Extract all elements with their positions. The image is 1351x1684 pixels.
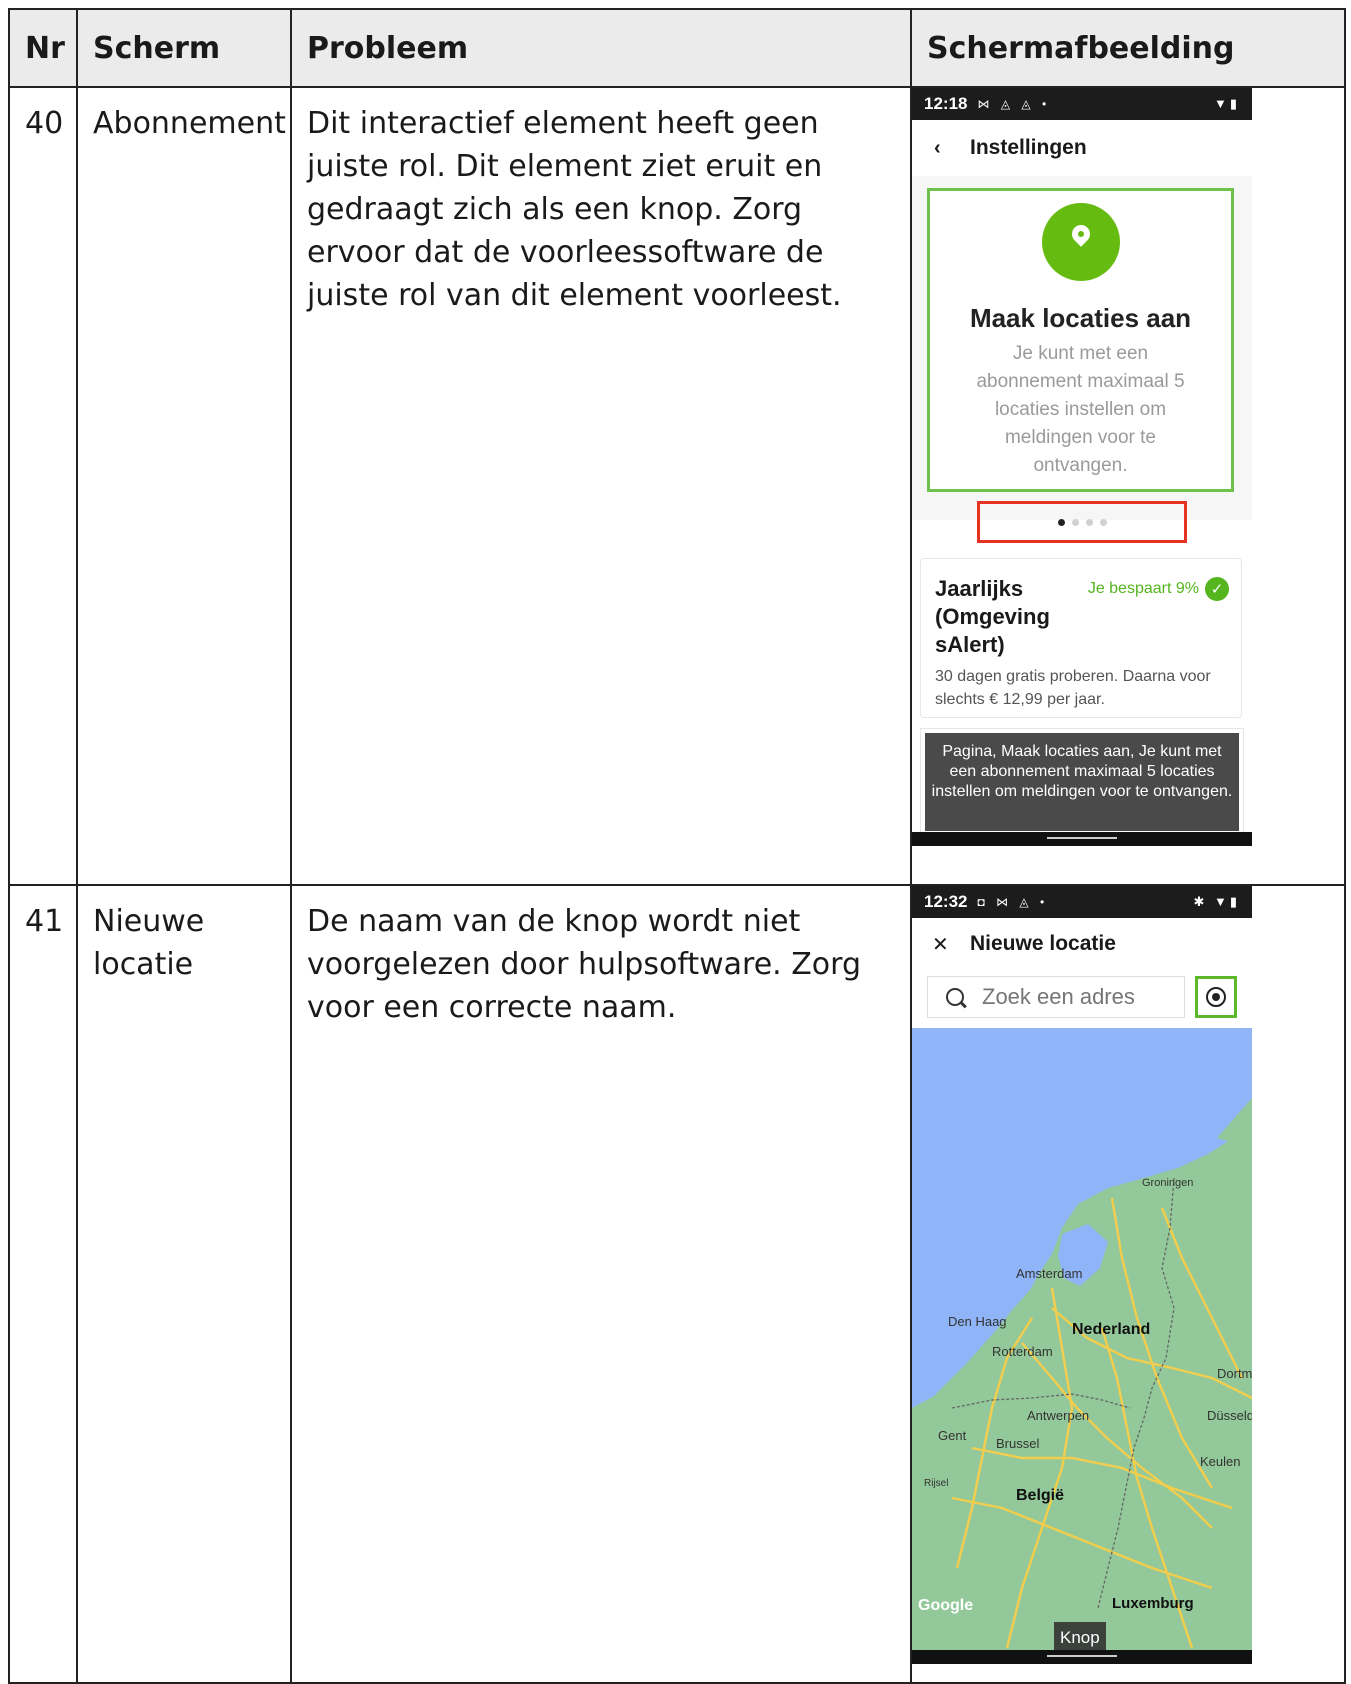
- screenshot-nieuwe-locatie: 12:32 ◘ ⋈ ◬ • ✱ ▼▮ ✕ Nieuwe locatie Zoek…: [912, 886, 1252, 1664]
- pager-dot[interactable]: [1057, 518, 1065, 526]
- search-field[interactable]: [927, 976, 1185, 1018]
- header-row: Nr Scherm Probleem Schermafbeelding: [8, 8, 1346, 88]
- row-nr: 41: [25, 904, 64, 939]
- wifi-battery-icon: ▼▮: [1213, 96, 1240, 111]
- promo-text: Je kunt met een abonnement maximaal 5 lo…: [976, 343, 1185, 476]
- map-label-antwerpen: Antwerpen: [1027, 1408, 1089, 1423]
- back-arrow-icon[interactable]: ‹: [934, 137, 970, 160]
- pager-dot[interactable]: [1099, 518, 1107, 526]
- row-nr: 40: [25, 106, 64, 141]
- map-label-luxemburg: Luxemburg: [1112, 1595, 1194, 1612]
- findings-table: Nr Scherm Probleem Schermafbeelding 40 A…: [8, 8, 1346, 1684]
- map-label-dusseldorf: Düsseld: [1207, 1408, 1252, 1423]
- row-scherm: Abonnement: [93, 106, 286, 141]
- plan-name: Jaarlijks (Omgeving sAlert): [935, 576, 1050, 657]
- screenshot-abonnement: 12:18 ⋈ ◬ ◬ • ▼▮ ‹ Instellingen Maak loc…: [912, 88, 1252, 846]
- screenreader-toast: Pagina, Maak locaties aan, Je kunt met e…: [925, 733, 1239, 831]
- search-icon: [946, 988, 964, 1006]
- map-label-amsterdam: Amsterdam: [1016, 1266, 1082, 1281]
- map-label-nederland: Nederland: [1072, 1321, 1150, 1338]
- header-schermafbeelding: Schermafbeelding: [910, 8, 1346, 88]
- savings-badge: Je bespaart 9% ✓: [1088, 577, 1229, 601]
- notification-icons: ◘ ⋈ ◬ •: [977, 895, 1049, 909]
- plan-card-yearly[interactable]: Jaarlijks (Omgeving sAlert) Je bespaart …: [920, 558, 1242, 718]
- promo-title: Maak locaties aan: [969, 303, 1192, 333]
- bluetooth-wifi-battery-icon: ✱ ▼▮: [1193, 894, 1240, 909]
- pager-dot[interactable]: [1071, 518, 1079, 526]
- check-icon: ✓: [1205, 577, 1229, 601]
- google-logo: Google: [918, 1597, 973, 1614]
- app-bar: ‹ Instellingen: [912, 120, 1252, 176]
- status-bar: 12:32 ◘ ⋈ ◬ • ✱ ▼▮: [912, 886, 1252, 918]
- my-location-button[interactable]: [1195, 976, 1237, 1018]
- location-pin-icon: [1041, 203, 1120, 281]
- notification-icons: ⋈ ◬ ◬ •: [977, 97, 1051, 111]
- savings-text: Je bespaart 9%: [1087, 580, 1199, 597]
- map-label-belgie: België: [1016, 1487, 1064, 1504]
- app-bar-title: Instellingen: [970, 136, 1087, 159]
- table-row: 40 Abonnement Dit interactief element he…: [8, 86, 1346, 886]
- pager-indicator[interactable]: [977, 501, 1187, 543]
- app-bar: ✕ Nieuwe locatie: [912, 918, 1252, 970]
- map-label-dortmund: Dortm: [1217, 1366, 1252, 1381]
- plan-description: 30 dagen gratis proberen. Daarna voor sl…: [935, 668, 1211, 708]
- crosshair-icon: [1206, 987, 1226, 1007]
- gesture-bar: [912, 1650, 1252, 1664]
- map-label-gent: Gent: [938, 1428, 967, 1443]
- map-label-den-haag: Den Haag: [948, 1314, 1007, 1329]
- map-label-rotterdam: Rotterdam: [992, 1344, 1053, 1359]
- status-bar: 12:18 ⋈ ◬ ◬ • ▼▮: [912, 88, 1252, 120]
- search-row: [912, 970, 1252, 1028]
- gesture-bar: [912, 832, 1252, 846]
- row-probleem: De naam van de knop wordt niet voorgelez…: [307, 904, 862, 1025]
- map-label-rijsel: Rijsel: [924, 1478, 948, 1489]
- app-bar-title: Nieuwe locatie: [970, 932, 1116, 955]
- row-scherm: Nieuwe locatie: [93, 904, 205, 982]
- pager-dot[interactable]: [1085, 518, 1093, 526]
- header-probleem: Probleem: [290, 8, 912, 88]
- status-time: 12:18: [924, 94, 968, 113]
- table-row: 41 Nieuwe locatie De naam van de knop wo…: [8, 884, 1346, 1684]
- map-label-keulen: Keulen: [1200, 1454, 1240, 1469]
- map-label-brussel: Brussel: [996, 1436, 1039, 1451]
- header-scherm: Scherm: [76, 8, 292, 88]
- search-input[interactable]: [980, 983, 1174, 1011]
- header-nr: Nr: [8, 8, 78, 88]
- row-probleem: Dit interactief element heeft geen juist…: [307, 106, 842, 313]
- status-time: 12:32: [924, 892, 968, 911]
- map-label-groningen: Groningen: [1142, 1177, 1193, 1189]
- promo-card: Maak locaties aan Je kunt met een abonne…: [927, 188, 1234, 492]
- map-view[interactable]: Groningen Amsterdam Den Haag Nederland R…: [912, 1028, 1252, 1664]
- close-icon[interactable]: ✕: [932, 932, 970, 957]
